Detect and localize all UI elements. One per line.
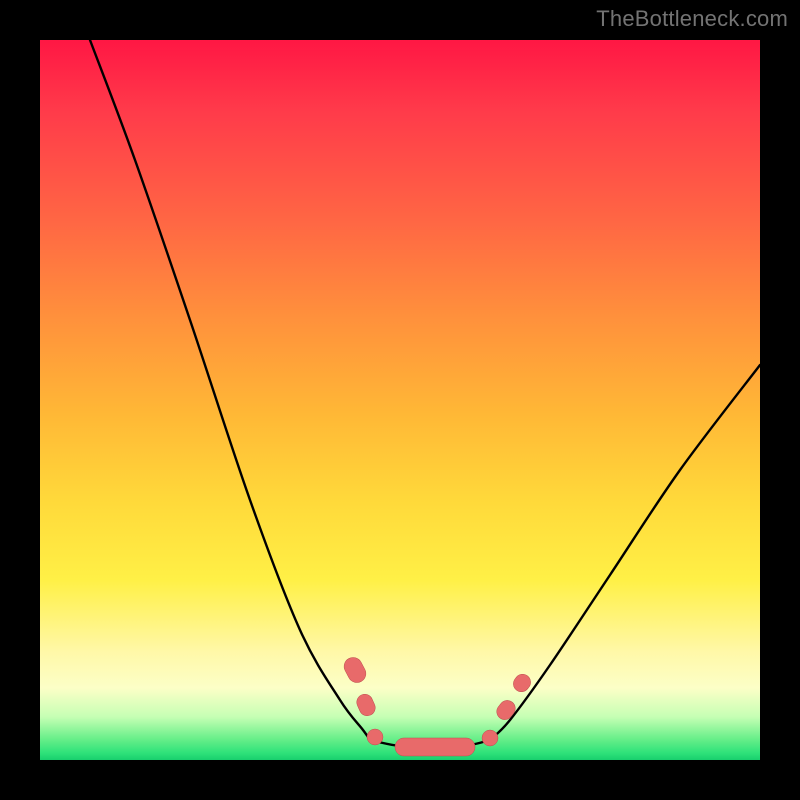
watermark-text: TheBottleneck.com [596, 6, 788, 32]
plot-area [40, 40, 760, 760]
curve-left-segment [90, 40, 370, 740]
bead-left-end [367, 729, 383, 745]
chart-frame: TheBottleneck.com [0, 0, 800, 800]
bead-right-lower [494, 697, 519, 723]
bead-left-upper [341, 654, 369, 685]
bead-left-lower [354, 692, 378, 719]
curve-overlay [40, 40, 760, 760]
beads-group [341, 654, 534, 756]
v-curve [90, 40, 760, 747]
bead-right-end [482, 730, 498, 746]
bead-bottom-bar [395, 738, 475, 756]
